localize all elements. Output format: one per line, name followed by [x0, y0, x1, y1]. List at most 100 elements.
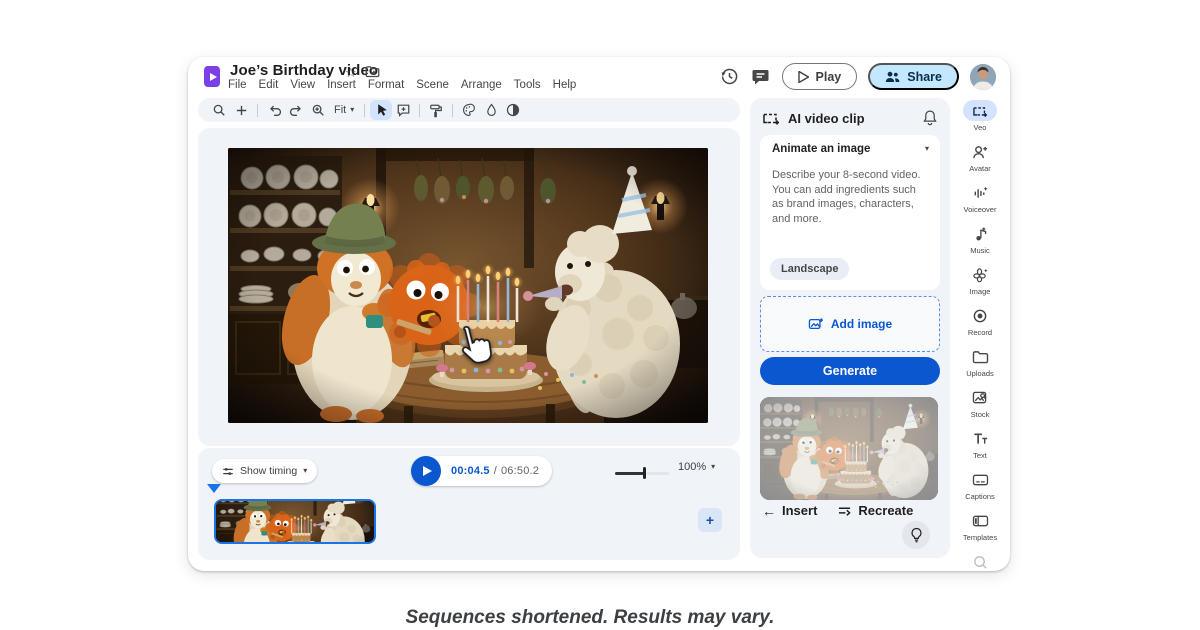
comments-icon[interactable] — [751, 67, 771, 87]
add-comment-icon[interactable] — [392, 100, 414, 120]
timeline-zoom-select[interactable]: 100%▾ — [678, 461, 715, 473]
stock-icon — [963, 387, 997, 408]
play-icon — [798, 71, 809, 83]
chevron-down-icon: ▾ — [925, 145, 929, 153]
undo-icon[interactable] — [263, 100, 285, 120]
chevron-down-icon: ▾ — [711, 463, 715, 471]
menu-file[interactable]: File — [228, 79, 247, 91]
image-icon — [963, 264, 997, 285]
timeline-play-button[interactable] — [411, 456, 441, 486]
share-button[interactable]: Share — [868, 63, 959, 90]
recreate-button[interactable]: Recreate — [837, 503, 913, 518]
menu-view[interactable]: View — [290, 79, 315, 91]
contrast-icon[interactable] — [502, 100, 524, 120]
vids-logo-icon[interactable] — [204, 66, 220, 87]
templates-icon — [963, 510, 997, 531]
chevron-down-icon: ▾ — [350, 106, 354, 114]
page: Joe’s Birthday video ☆ File Edit View In… — [0, 0, 1200, 630]
rail-item-captions[interactable]: Captions — [954, 469, 1006, 510]
version-history-icon[interactable] — [720, 67, 740, 87]
veo-icon — [963, 100, 997, 121]
insert-rail: Veo Avatar Voiceover — [954, 100, 1006, 571]
toolbar-divider — [419, 104, 420, 117]
preview-loading-overlay — [760, 397, 938, 500]
menu-format[interactable]: Format — [368, 79, 404, 91]
lightbulb-icon — [910, 527, 923, 543]
timeline-zoom-slider[interactable] — [615, 467, 669, 479]
clipped-rail-icon — [963, 551, 997, 571]
menu-help[interactable]: Help — [553, 79, 577, 91]
video-frame[interactable] — [228, 148, 708, 423]
toolbar-divider — [257, 104, 258, 117]
rail-item-clipped[interactable] — [954, 551, 1006, 571]
people-icon — [885, 71, 900, 83]
zoom-in-icon[interactable] — [307, 100, 329, 120]
show-timing-select[interactable]: Show timing ▾ — [212, 459, 317, 483]
add-image-button[interactable]: Add image — [760, 296, 940, 352]
rail-item-stock[interactable]: Stock — [954, 387, 1006, 428]
tips-button[interactable] — [902, 521, 930, 549]
playhead-marker[interactable] — [207, 484, 221, 493]
menu-tools[interactable]: Tools — [514, 79, 541, 91]
text-icon — [963, 428, 997, 449]
droplet-icon[interactable] — [480, 100, 502, 120]
transport-bar: 00:04.5 / 06:50.2 — [411, 456, 552, 486]
move-folder-icon[interactable] — [365, 65, 380, 78]
notifications-bell-icon[interactable] — [923, 109, 937, 126]
toolbar: Fit▾ — [198, 98, 740, 122]
orientation-chip[interactable]: Landscape — [770, 258, 849, 280]
rail-item-uploads[interactable]: Uploads — [954, 346, 1006, 387]
rail-item-veo[interactable]: Veo — [954, 100, 1006, 141]
generated-preview[interactable] — [760, 397, 938, 500]
voiceover-icon — [963, 182, 997, 203]
result-actions: ← Insert Recreate — [762, 503, 913, 518]
fit-zoom-select[interactable]: Fit▾ — [329, 104, 359, 116]
record-icon — [963, 305, 997, 326]
add-icon[interactable] — [230, 100, 252, 120]
avatar-icon — [963, 141, 997, 162]
user-avatar[interactable] — [970, 64, 996, 90]
rail-item-templates[interactable]: Templates — [954, 510, 1006, 551]
add-scene-button[interactable]: + — [698, 508, 722, 532]
timeline-strip: Show timing ▾ 00:04.5 / 06:50.2 100%▾ — [198, 448, 740, 560]
music-icon — [963, 223, 997, 244]
play-button[interactable]: Play — [782, 63, 858, 90]
rail-item-image[interactable]: Image — [954, 264, 1006, 305]
rail-item-avatar[interactable]: Avatar — [954, 141, 1006, 182]
timecode: 00:04.5 / 06:50.2 — [451, 465, 539, 477]
ai-video-panel: AI video clip Animate an image ▾ Describ… — [750, 98, 950, 558]
prompt-input[interactable]: Describe your 8-second video. You can ad… — [760, 159, 940, 227]
add-image-icon — [808, 317, 824, 331]
rail-item-record[interactable]: Record — [954, 305, 1006, 346]
redo-icon[interactable] — [285, 100, 307, 120]
scene-thumbnail[interactable] — [214, 499, 376, 544]
timing-icon — [222, 466, 234, 477]
rail-item-voiceover[interactable]: Voiceover — [954, 182, 1006, 223]
app-window: Joe’s Birthday video ☆ File Edit View In… — [188, 57, 1010, 571]
menu-scene[interactable]: Scene — [416, 79, 449, 91]
insert-button[interactable]: ← Insert — [762, 503, 817, 518]
ai-clip-icon — [762, 110, 781, 126]
mode-select[interactable]: Animate an image ▾ — [760, 135, 940, 159]
select-tool-icon[interactable] — [370, 100, 392, 120]
top-actions: Play Share — [720, 61, 996, 92]
palette-icon[interactable] — [458, 100, 480, 120]
uploads-icon — [963, 346, 997, 367]
prompt-card: Animate an image ▾ Describe your 8-secon… — [760, 135, 940, 290]
menubar: File Edit View Insert Format Scene Arran… — [228, 79, 576, 91]
recreate-icon — [837, 505, 852, 517]
editor-canvas — [198, 128, 740, 446]
paint-roller-icon[interactable] — [425, 100, 447, 120]
panel-title: AI video clip — [788, 111, 865, 126]
generate-button[interactable]: Generate — [760, 357, 940, 385]
rail-item-music[interactable]: Music — [954, 223, 1006, 264]
disclaimer-text: Sequences shortened. Results may vary. — [0, 607, 1190, 629]
toolbar-divider — [452, 104, 453, 117]
menu-arrange[interactable]: Arrange — [461, 79, 502, 91]
insert-arrow-icon: ← — [762, 504, 776, 518]
captions-icon — [963, 469, 997, 490]
menu-insert[interactable]: Insert — [327, 79, 356, 91]
search-icon[interactable] — [208, 100, 230, 120]
menu-edit[interactable]: Edit — [259, 79, 279, 91]
rail-item-text[interactable]: Text — [954, 428, 1006, 469]
